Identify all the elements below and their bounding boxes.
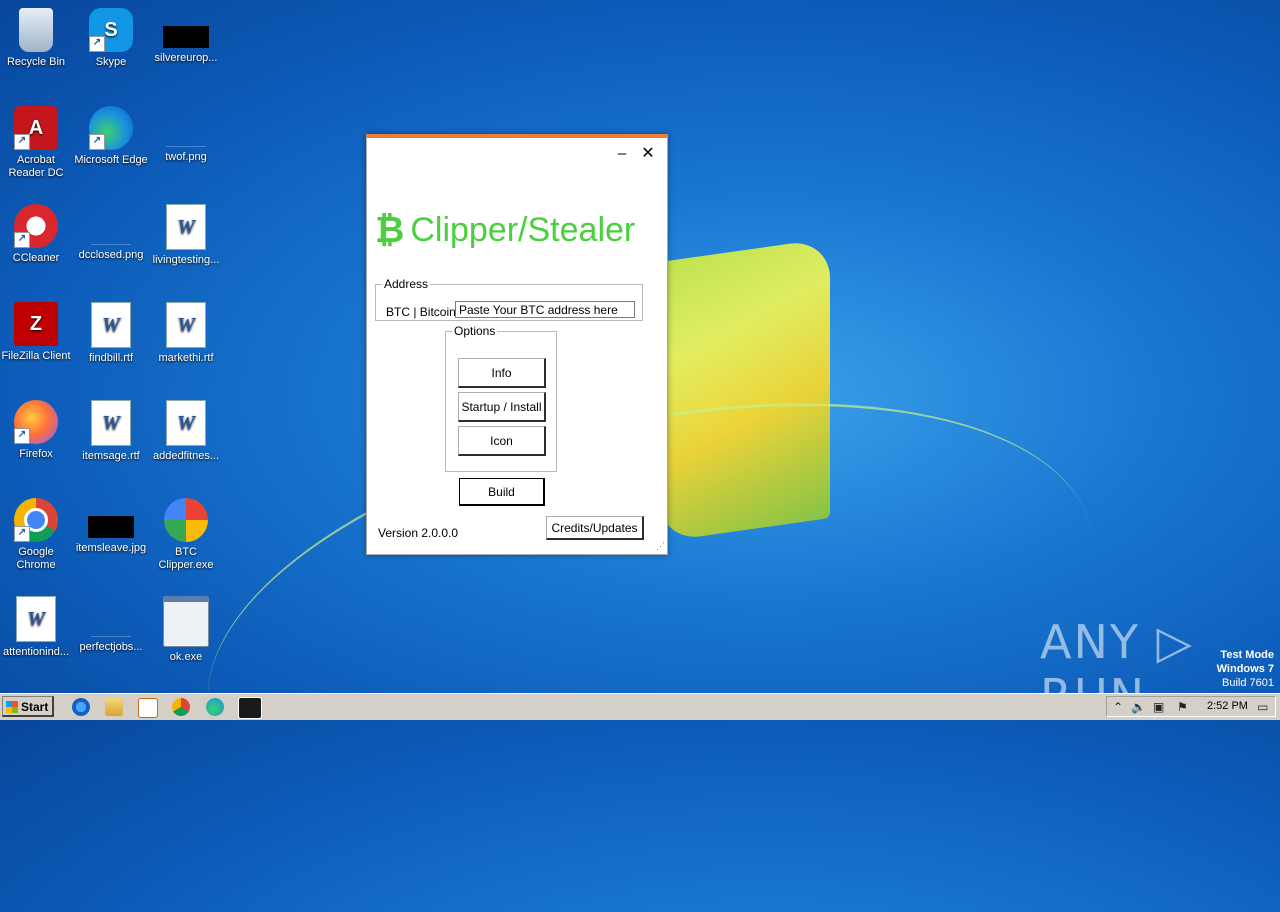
- media-player-icon[interactable]: [138, 698, 158, 718]
- ccleaner-icon: ↗: [14, 204, 58, 248]
- edge-taskbar-icon[interactable]: [206, 698, 224, 716]
- shortcut-arrow-icon: ↗: [89, 36, 105, 52]
- desktop-icon-file[interactable]: W markethi.rtf: [148, 302, 224, 365]
- desktop-icon-chrome[interactable]: ↗ Google Chrome: [0, 498, 74, 572]
- test-mode-label: Test Mode: [1220, 649, 1274, 661]
- desktop-icon-file[interactable]: W attentionind...: [0, 596, 74, 659]
- internet-explorer-icon[interactable]: [72, 698, 90, 716]
- word-document-icon: W: [91, 400, 131, 446]
- file-explorer-icon[interactable]: [105, 698, 123, 716]
- word-document-icon: W: [166, 400, 206, 446]
- desktop-icon-file[interactable]: W addedfitnes...: [148, 400, 224, 463]
- desktop-icon-file[interactable]: dcclosed.png: [73, 204, 149, 262]
- address-legend: Address: [384, 277, 429, 291]
- image-file-icon: [163, 26, 209, 48]
- system-tray: ⌃ 🔈 ▣ ⚑ 2:52 PM ▭: [1106, 696, 1276, 717]
- shortcut-arrow-icon: ↗: [14, 134, 30, 150]
- info-button[interactable]: Info: [458, 358, 546, 388]
- clipper-stealer-window: – ✕ ₿ Clipper/Stealer Address BTC | Bitc…: [366, 134, 668, 555]
- build-button[interactable]: Build: [459, 478, 545, 506]
- image-file-icon: [88, 516, 134, 538]
- chevron-up-icon[interactable]: ⌃: [1113, 700, 1123, 714]
- options-group: Options Info Startup / Install Icon: [445, 324, 557, 472]
- credits-updates-button[interactable]: Credits/Updates: [546, 516, 644, 540]
- desktop-icon-recycle-bin[interactable]: Recycle Bin: [0, 8, 74, 69]
- shortcut-arrow-icon: ↗: [14, 232, 30, 248]
- recycle-bin-icon: [19, 8, 53, 52]
- shortcut-arrow-icon: ↗: [14, 526, 30, 542]
- image-file-icon: [166, 126, 206, 147]
- version-label: Version 2.0.0.0: [378, 526, 459, 540]
- desktop-icon-file[interactable]: itemsleave.jpg: [73, 498, 149, 555]
- resize-grip-icon[interactable]: ⋰: [656, 541, 665, 552]
- windows-flag-icon: [6, 701, 18, 713]
- minimize-button[interactable]: –: [611, 144, 633, 164]
- test-mode-notice: Test Mode Windows 7 Build 7601: [1217, 648, 1274, 690]
- desktop-icon-file[interactable]: W livingtesting...: [148, 204, 224, 267]
- clock[interactable]: 2:52 PM: [1207, 700, 1248, 712]
- network-icon[interactable]: ▣: [1153, 700, 1164, 714]
- word-document-icon: W: [166, 302, 206, 348]
- acrobat-icon: A ↗: [14, 106, 58, 150]
- shortcut-arrow-icon: ↗: [89, 134, 105, 150]
- desktop-icon-edge[interactable]: ↗ Microsoft Edge: [73, 106, 149, 167]
- word-document-icon: W: [166, 204, 206, 250]
- startup-install-button[interactable]: Startup / Install: [458, 392, 546, 422]
- show-desktop-icon[interactable]: ▭: [1257, 700, 1268, 714]
- desktop-icon-ok-exe[interactable]: ok.exe: [148, 596, 224, 664]
- filezilla-icon: Z: [14, 302, 58, 346]
- desktop-icon-file[interactable]: silvereurop...: [148, 8, 224, 65]
- start-button[interactable]: Start: [2, 696, 54, 717]
- desktop-icon-acrobat[interactable]: A ↗ Acrobat Reader DC: [0, 106, 74, 180]
- chrome-icon: ↗: [14, 498, 58, 542]
- word-document-icon: W: [16, 596, 56, 642]
- skype-icon: S ↗: [89, 8, 133, 52]
- desktop-icon-file[interactable]: twof.png: [148, 106, 224, 164]
- desktop-icon-btc-clipper[interactable]: BTC Clipper.exe: [148, 498, 224, 572]
- desktop-icon-file[interactable]: W itemsage.rtf: [73, 400, 149, 463]
- flag-icon[interactable]: ⚑: [1177, 700, 1188, 714]
- word-document-icon: W: [91, 302, 131, 348]
- icon-button[interactable]: Icon: [458, 426, 546, 456]
- image-file-icon: [91, 616, 131, 637]
- volume-icon[interactable]: 🔈: [1131, 700, 1146, 714]
- desktop-icon-filezilla[interactable]: Z FileZilla Client: [0, 302, 74, 363]
- start-label: Start: [21, 700, 49, 714]
- taskbar: Start ⌃ 🔈 ▣ ⚑ 2:52 PM ▭: [0, 693, 1280, 720]
- btc-address-input[interactable]: [455, 301, 635, 318]
- desktop-icon-ccleaner[interactable]: ↗ CCleaner: [0, 204, 74, 265]
- google-shield-icon: [164, 498, 208, 542]
- executable-icon: [163, 596, 209, 647]
- chrome-taskbar-icon[interactable]: [172, 698, 190, 716]
- btc-address-label: BTC | Bitcoin: [386, 305, 456, 319]
- app-logo: ₿ Clipper/Stealer: [375, 209, 665, 250]
- app-title: Clipper/Stealer: [410, 210, 636, 249]
- image-file-icon: [91, 224, 131, 245]
- desktop-icon-skype[interactable]: S ↗ Skype: [73, 8, 149, 69]
- edge-icon: ↗: [89, 106, 133, 150]
- firefox-icon: ↗: [14, 400, 58, 444]
- bitcoin-icon: ₿: [375, 209, 405, 250]
- desktop-icon-firefox[interactable]: ↗ Firefox: [0, 400, 74, 461]
- os-label: Windows 7: [1216, 663, 1274, 675]
- clipper-app-taskbar-icon[interactable]: [238, 697, 262, 719]
- build-label: Build 7601: [1222, 677, 1274, 689]
- shortcut-arrow-icon: ↗: [14, 428, 30, 444]
- desktop-icon-file[interactable]: perfectjobs...: [73, 596, 149, 654]
- desktop-icon-file[interactable]: W findbill.rtf: [73, 302, 149, 365]
- options-legend: Options: [454, 324, 496, 338]
- close-button[interactable]: ✕: [637, 144, 659, 164]
- address-group: Address BTC | Bitcoin: [375, 277, 643, 321]
